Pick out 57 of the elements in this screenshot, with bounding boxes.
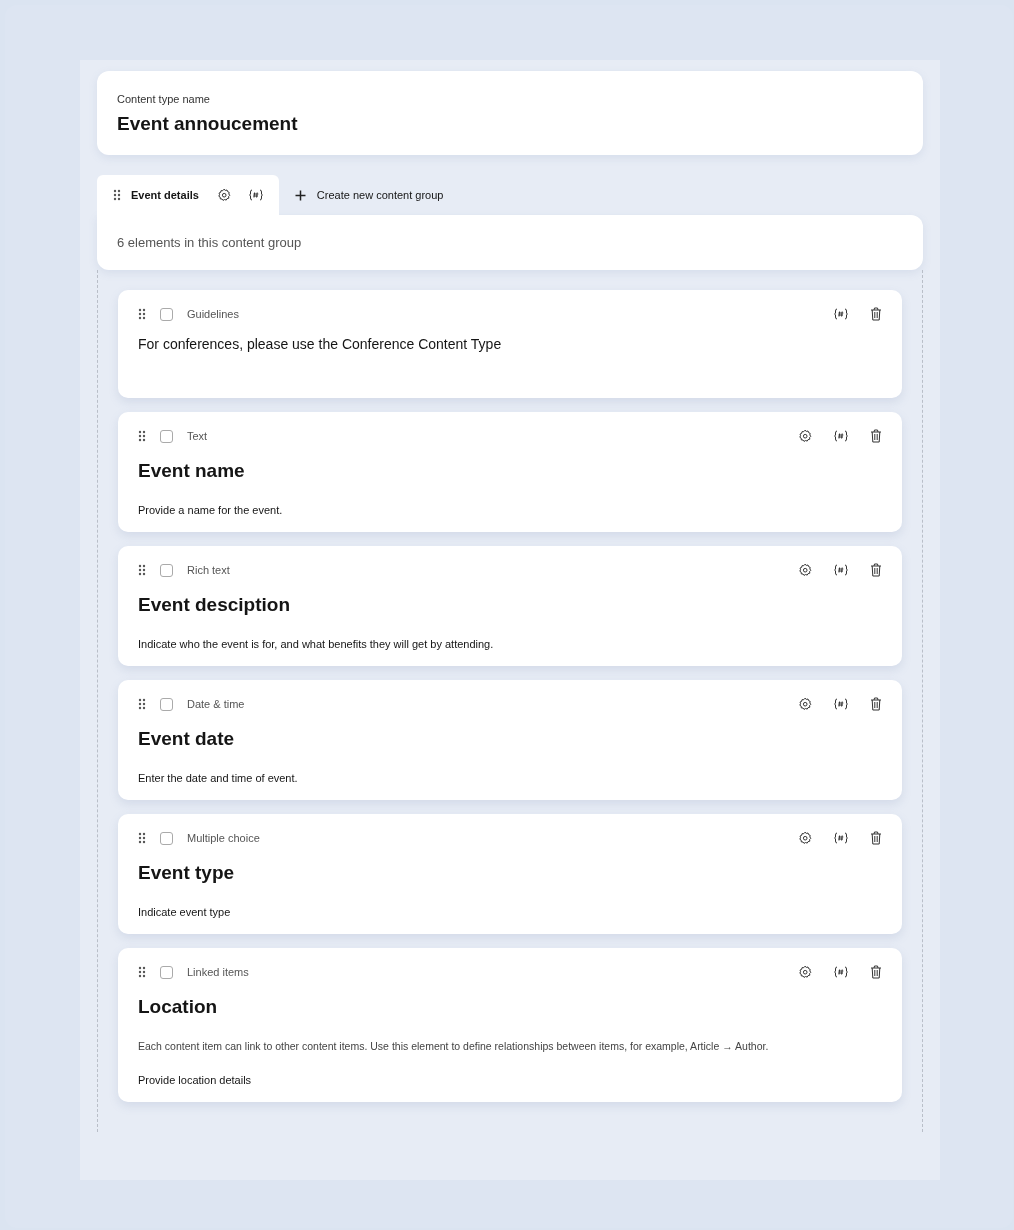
checkbox[interactable] [160,831,173,845]
drag-handle-icon[interactable] [138,564,146,576]
drag-handle-icon[interactable] [138,966,146,978]
guidelines-text: For conferences, please use the Conference Content Type [138,336,503,352]
content-type-name[interactable]: Event annoucement [117,113,903,135]
guidance-text: Indicate who the event is for, and what benefits they will get by attending. [138,638,495,650]
guidance-text: Indicate event type [138,906,232,918]
checkbox[interactable] [160,307,173,321]
code-braces-icon[interactable] [248,189,263,201]
element-type: Guidelines [187,308,239,320]
delete-icon[interactable] [870,429,882,443]
code-braces-icon[interactable] [834,698,848,710]
code-braces-icon[interactable] [834,564,848,576]
field-label: Content type name [117,93,211,105]
element-type: Rich text [187,564,230,576]
delete-icon[interactable] [870,697,882,711]
settings-icon[interactable] [798,831,812,845]
element-type: Linked items [187,966,249,978]
element-title: Event desciption [138,594,292,616]
delete-icon[interactable] [870,965,882,979]
create-group-button[interactable]: Create new content group [278,175,460,215]
plus-icon [294,189,306,201]
tab-label[interactable]: Event details [131,189,199,201]
element-title: Location [138,996,219,1018]
code-braces-icon[interactable] [834,966,848,978]
element-type: Text [187,430,208,442]
checkbox[interactable] [160,965,173,979]
delete-icon[interactable] [870,831,882,845]
drag-handle-icon[interactable] [138,698,146,710]
element-note: Each content item can link to other content items. Use this element to define relationships between items, for example, Article → Author. [138,1040,770,1052]
settings-icon[interactable] [798,965,812,979]
group-tab[interactable]: Event details [97,175,279,215]
settings-icon[interactable] [798,697,812,711]
element-type: Date & time [187,698,245,710]
delete-icon[interactable] [870,563,882,577]
element-type: Multiple choice [187,832,260,844]
group-summary: 6 elements in this content group [117,235,302,250]
drag-handle-icon[interactable] [138,832,146,844]
checkbox[interactable] [160,563,173,577]
checkbox[interactable] [160,429,173,443]
settings-icon[interactable] [216,188,231,202]
code-braces-icon[interactable] [834,308,848,320]
code-braces-icon[interactable] [834,430,848,442]
drag-handle-icon[interactable] [113,189,121,201]
delete-icon[interactable] [870,307,882,321]
drag-handle-icon[interactable] [138,308,146,320]
drag-handle-icon[interactable] [138,430,146,442]
element-title: Event type [138,862,236,884]
guidance-text: Provide a name for the event. [138,504,284,516]
settings-icon[interactable] [798,429,812,443]
checkbox[interactable] [160,697,173,711]
guidance-text: Enter the date and time of event. [138,772,299,784]
element-title: Event date [138,728,236,750]
element-title: Event name [138,460,246,482]
settings-icon[interactable] [798,563,812,577]
guidance-text: Provide location details [138,1074,253,1086]
code-braces-icon[interactable] [834,832,848,844]
